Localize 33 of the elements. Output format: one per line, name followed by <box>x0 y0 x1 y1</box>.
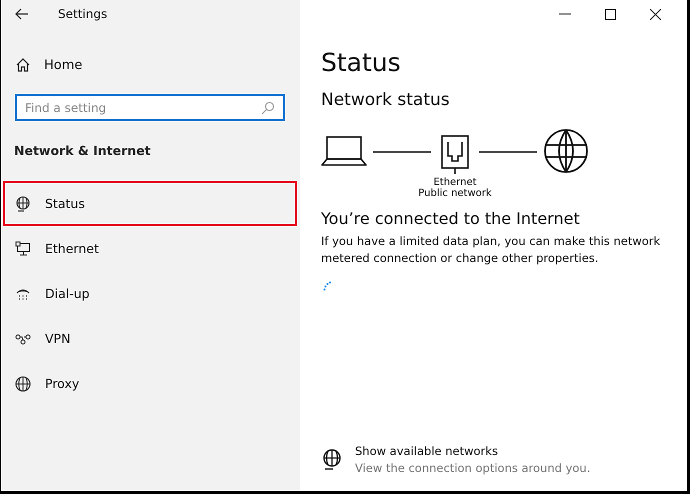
loading-spinner-icon <box>323 281 331 291</box>
globe-icon <box>543 128 589 174</box>
window-title: Settings <box>58 7 108 21</box>
sidebar-item[interactable]: Proxy <box>3 361 297 406</box>
back-arrow-icon[interactable] <box>15 8 29 20</box>
home-link[interactable]: Home <box>15 53 300 77</box>
page-title: Status <box>321 48 402 77</box>
description-text: If you have a limited data plan, you can make this network <box>321 233 662 250</box>
home-icon <box>15 57 31 73</box>
section-heading: Network & Internet <box>14 143 152 158</box>
sidebar-item[interactable]: VPN <box>3 316 297 361</box>
description-text: metered connection or change other properties. <box>321 250 600 267</box>
globe-icon <box>15 376 31 392</box>
search-icon <box>261 101 275 115</box>
ethernet-port-icon <box>441 135 469 175</box>
laptop-icon <box>321 135 367 167</box>
section-heading: Network status <box>321 90 451 110</box>
close-icon[interactable] <box>650 8 661 20</box>
connection-heading: You’re connected to the Internet <box>321 209 581 228</box>
connection-line <box>373 151 431 153</box>
show-networks-link[interactable]: Show available networks View the connection options around you. <box>321 443 687 477</box>
minimize-icon[interactable] <box>559 13 571 15</box>
sidebar-item[interactable]: Dial-up <box>3 271 297 316</box>
sidebar-item[interactable]: Status <box>3 181 297 226</box>
connection-line <box>479 151 537 153</box>
adapter-name: Ethernet <box>433 177 477 188</box>
monitor-icon <box>15 240 31 256</box>
globe-monitor-icon <box>321 449 343 471</box>
globe-monitor-icon <box>15 196 31 212</box>
sidebar-item[interactable]: Ethernet <box>3 226 297 271</box>
maximize-icon[interactable] <box>605 8 616 20</box>
search-field[interactable]: Find a setting <box>15 94 285 121</box>
network-type: Public network <box>418 188 492 199</box>
